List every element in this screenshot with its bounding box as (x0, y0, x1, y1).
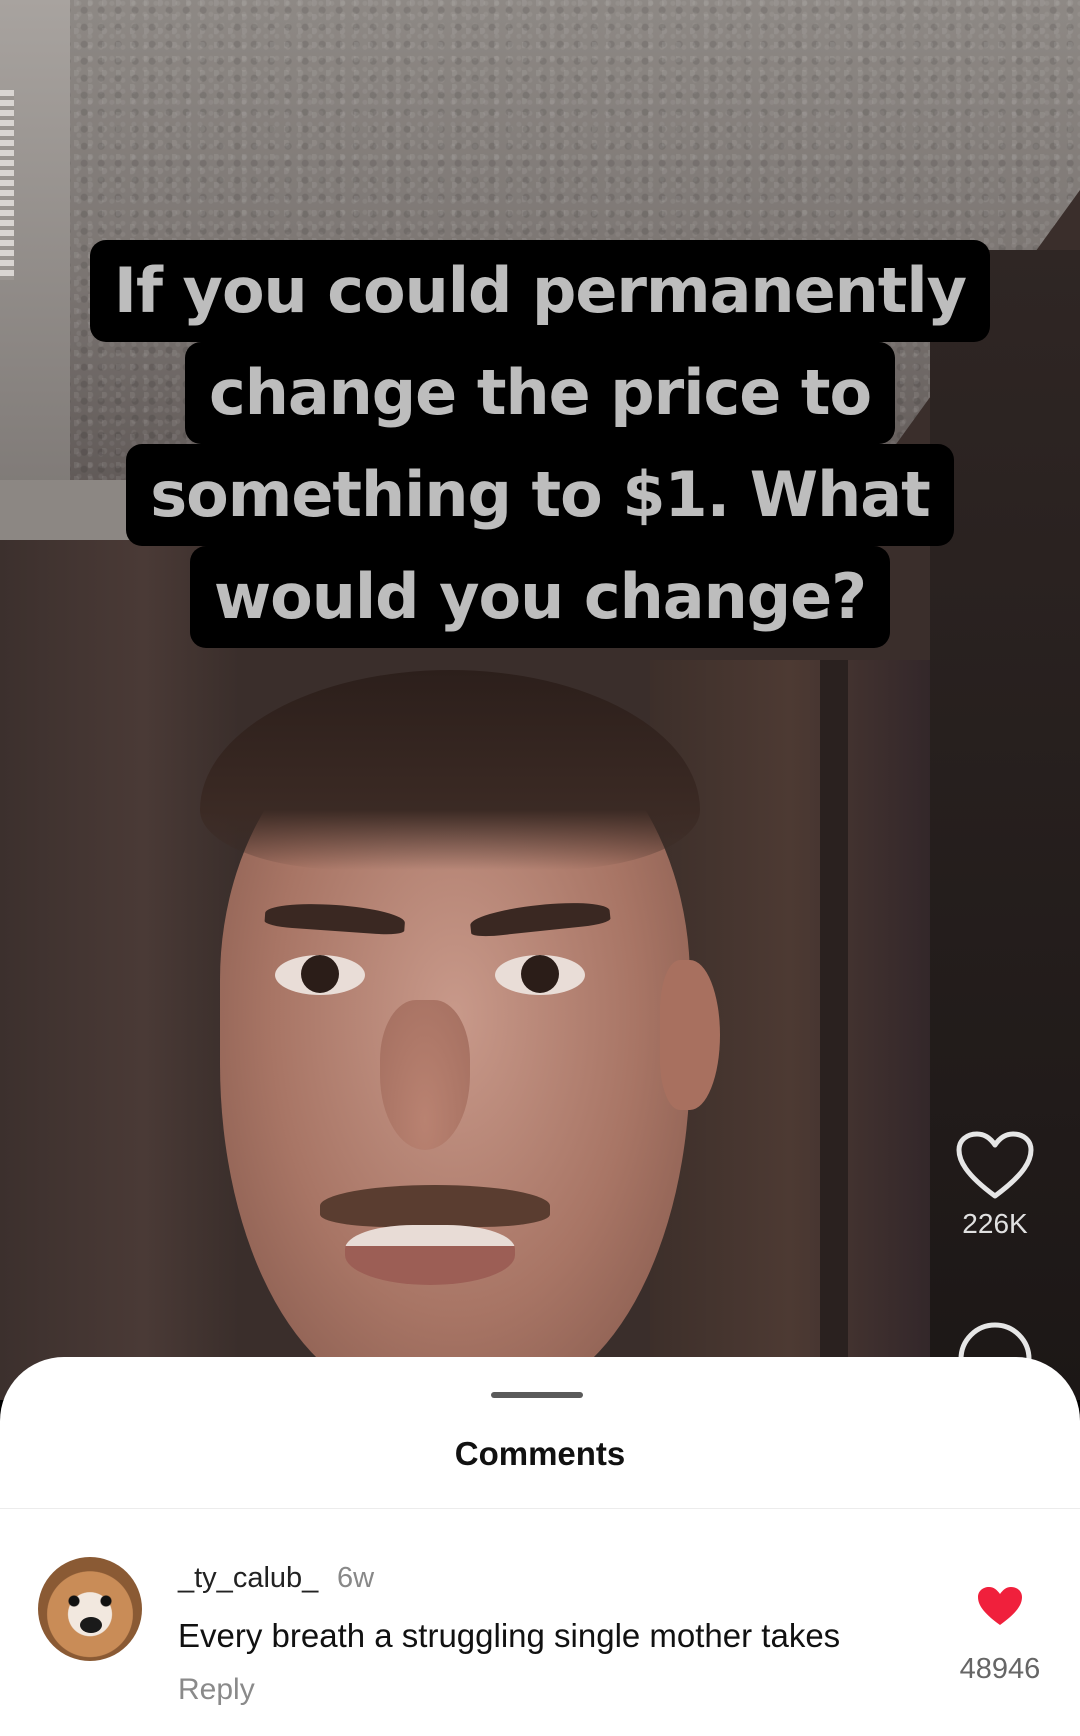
comment-username[interactable]: _ty_calub_ (178, 1562, 318, 1595)
video-door-left (0, 540, 240, 1400)
person-mouth (345, 1225, 515, 1285)
caption-line-1: If you could permanently (89, 240, 991, 342)
divider (0, 1508, 1080, 1509)
video-door-frame (820, 660, 848, 1400)
person-hair (200, 670, 700, 870)
sheet-title: Comments (454, 1435, 626, 1472)
caption-line-3: something to $1. What (126, 444, 954, 546)
sheet-drag-handle[interactable] (491, 1392, 583, 1398)
like-count: 226K (962, 1208, 1028, 1239)
person-ear (660, 960, 720, 1110)
caption-line-4: would you change? (189, 546, 891, 648)
heart-outline-icon[interactable] (955, 1130, 1035, 1202)
person-eye-right (495, 955, 585, 995)
app-screen: If you could permanently change the pric… (0, 0, 1080, 1736)
heart-filled-icon[interactable] (976, 1585, 1024, 1627)
comments-sheet: Comments _ty_calub_ 6w Every breath a st… (0, 1357, 1080, 1736)
avatar[interactable] (38, 1557, 142, 1661)
video-caption: If you could permanently change the pric… (0, 240, 1080, 648)
person-mustache (320, 1185, 550, 1227)
reply-button[interactable]: Reply (178, 1673, 255, 1707)
caption-line-2: change the price to (184, 342, 896, 444)
person-eye-left (275, 955, 365, 995)
comment-item: _ty_calub_ 6w Every breath a struggling … (0, 1527, 1080, 1727)
action-rail: 226K (940, 1130, 1050, 1240)
video-player[interactable]: If you could permanently change the pric… (0, 0, 1080, 1400)
comment-timestamp: 6w (337, 1562, 375, 1594)
person-nose (380, 1000, 470, 1150)
comment-text: Every breath a struggling single mother … (178, 1617, 841, 1654)
comment-like-count: 48946 (959, 1653, 1041, 1685)
